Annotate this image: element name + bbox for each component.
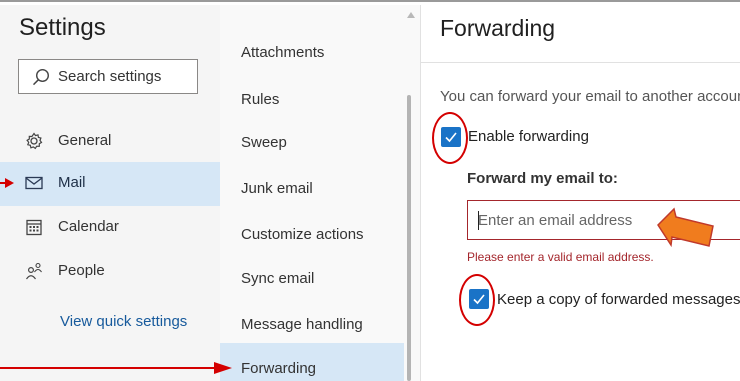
arrow-to-forwarding-icon [0,362,232,374]
arrow-to-mail-icon [0,178,14,188]
arrow-to-email-input-icon [657,207,714,248]
annotation-arrows [0,178,714,374]
